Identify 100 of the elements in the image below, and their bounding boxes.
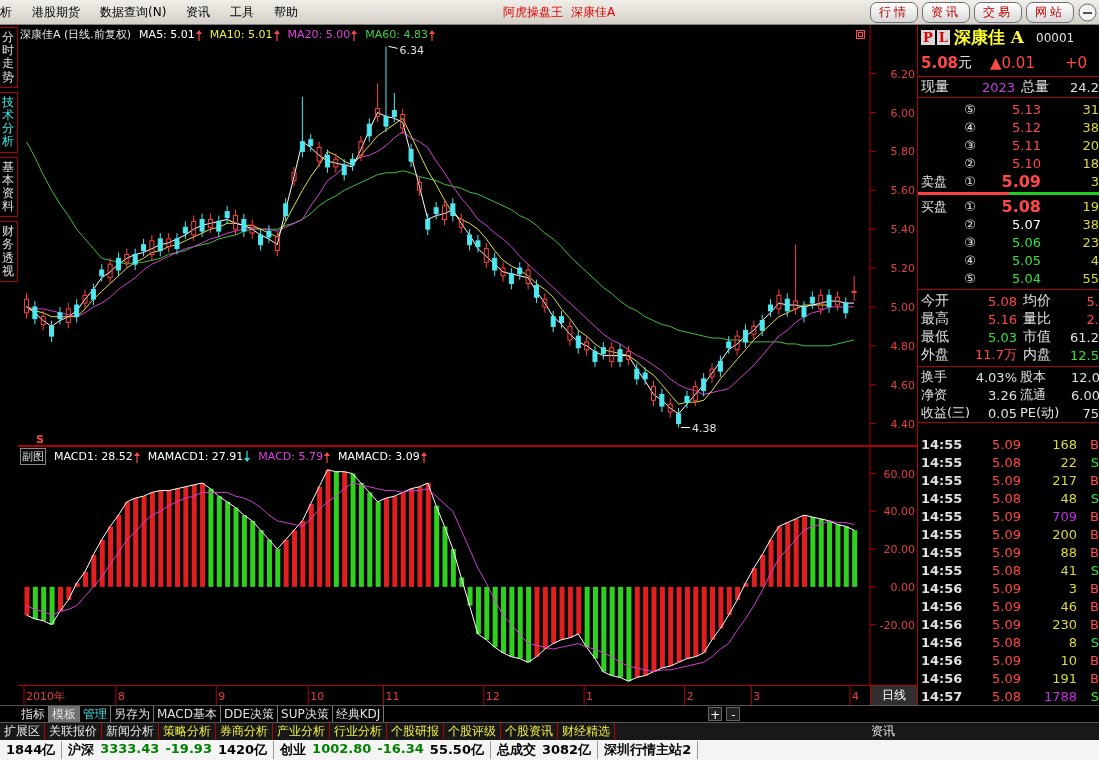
menu-item[interactable]: 数据查询(N) — [90, 3, 177, 21]
stat-value: 5. — [1085, 293, 1099, 309]
trade-time: 14:56 — [921, 580, 964, 596]
bar — [492, 586, 498, 648]
trade-volume: 22 — [1059, 454, 1077, 470]
candlestick — [784, 292, 790, 318]
candlestick — [149, 234, 155, 261]
bar — [275, 549, 281, 587]
bar — [818, 518, 824, 587]
order-rank: ① — [963, 199, 977, 214]
menu-item[interactable]: 港股期货 — [22, 3, 90, 21]
candlestick — [801, 300, 807, 323]
side-tab[interactable]: 财务透视 — [0, 221, 18, 282]
side-tab[interactable]: 分时走势 — [0, 27, 18, 88]
maximize-icon[interactable] — [856, 30, 865, 39]
chart-title: 副图 — [20, 448, 46, 465]
trade-time: 14:55 — [921, 562, 964, 578]
date-axis-label: 2 — [686, 690, 694, 703]
order-price: 5.09 — [1000, 172, 1041, 191]
order-price: 5.10 — [1011, 155, 1041, 171]
side-tab[interactable]: 技术分析 — [0, 91, 18, 153]
bar — [467, 586, 473, 606]
trade-price: 5.09 — [991, 616, 1021, 632]
bar — [417, 486, 423, 587]
bar — [776, 526, 782, 587]
low-price-label: 4.38 — [692, 421, 717, 435]
price-axis-label: 4.40 — [890, 417, 915, 431]
minimize-icon[interactable] — [1078, 2, 1097, 22]
price-axis-label: 5.40 — [890, 223, 915, 237]
indicator-tab[interactable]: 模板 — [49, 706, 80, 722]
candlestick — [684, 390, 690, 409]
toolbar-button[interactable]: 交易 — [974, 1, 1022, 23]
order-volume: 20 — [1081, 137, 1099, 153]
bar — [651, 586, 657, 672]
bar — [250, 520, 256, 587]
order-volume: 38 — [1081, 216, 1099, 232]
chart-title: 深康佳A (日线.前复权) — [20, 27, 132, 42]
trade-time: 14:55 — [921, 490, 964, 506]
trade-side: S — [1089, 688, 1099, 704]
trade-time: 14:55 — [921, 454, 964, 470]
candlestick — [450, 197, 456, 222]
trade-price: 5.09 — [991, 508, 1021, 524]
zoom-button[interactable]: + — [708, 707, 723, 721]
macd-axis-label: 20.00 — [883, 543, 915, 557]
trade-side: B — [1089, 598, 1099, 614]
order-book-label: 卖盘 — [921, 172, 948, 191]
menu-item[interactable]: 工具 — [220, 3, 265, 21]
candlestick — [107, 257, 113, 285]
menu-item[interactable]: 帮助 — [264, 3, 309, 21]
trade-price: 5.08 — [991, 454, 1021, 470]
bar — [785, 522, 791, 587]
toolbar-button[interactable]: 网站 — [1026, 1, 1074, 23]
trade-side: S — [1089, 634, 1099, 650]
trade-volume: 8 — [1067, 634, 1077, 650]
candlestick — [57, 306, 63, 325]
date-axis-label: 12 — [485, 690, 500, 703]
bar — [266, 539, 272, 587]
stat-label: 最高 — [921, 310, 950, 328]
stat-label: 现量 — [921, 78, 950, 96]
bar — [225, 501, 231, 587]
bar — [166, 490, 172, 587]
menu-item[interactable]: 资讯 — [176, 3, 221, 21]
side-tab[interactable]: 基本资料 — [0, 156, 18, 218]
trade-price: 5.08 — [991, 490, 1021, 506]
signal-marker: S — [36, 433, 44, 446]
candlestick — [642, 366, 648, 386]
candlestick — [851, 275, 857, 302]
stat-value: 12.5 — [1069, 347, 1099, 363]
toolbar-button[interactable]: 资讯 — [922, 1, 970, 23]
status-text: 3333.43 — [100, 741, 160, 758]
date-axis-label: 10 — [310, 690, 325, 703]
toolbar-button[interactable]: 行情 — [870, 1, 918, 23]
zoom-button[interactable]: - — [726, 707, 741, 721]
bar — [659, 586, 665, 669]
bar — [559, 586, 565, 640]
trade-volume: 88 — [1059, 544, 1077, 560]
bar — [191, 484, 197, 587]
menu-item[interactable]: 析 — [0, 3, 22, 21]
trade-side: B — [1089, 508, 1099, 524]
current-volume: 2023 — [980, 79, 1015, 95]
bar — [317, 486, 323, 587]
trade-price: 5.08 — [991, 634, 1021, 650]
trade-side: B — [1089, 670, 1099, 686]
stat-value: 3.26 — [987, 387, 1017, 403]
stat-value: 75 — [1081, 405, 1099, 421]
order-volume: 31 — [1081, 101, 1099, 117]
bar — [141, 496, 147, 587]
candlestick — [366, 117, 372, 143]
price-axis-label: 4.80 — [890, 339, 915, 353]
bar — [308, 503, 314, 587]
bar — [793, 518, 799, 587]
candlestick — [383, 45, 389, 133]
bar — [292, 530, 298, 587]
price-axis-label: 5.20 — [890, 262, 915, 276]
stat-label: 外盘 — [921, 346, 950, 364]
order-book-label: 买盘 — [921, 197, 948, 216]
bar — [216, 496, 222, 587]
indicator-value: MACD: 5.79 — [258, 450, 324, 463]
indicator-value: MA5: 5.01 — [139, 28, 195, 41]
bar — [501, 586, 507, 653]
